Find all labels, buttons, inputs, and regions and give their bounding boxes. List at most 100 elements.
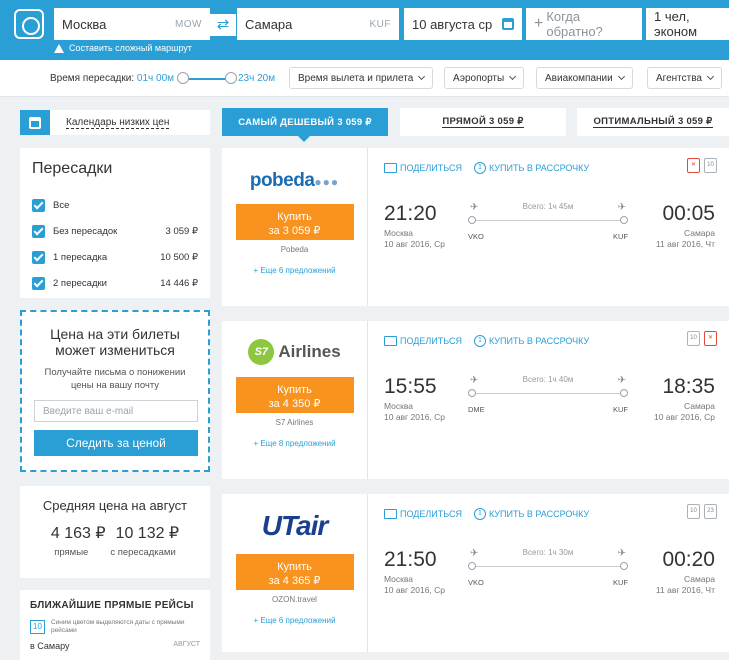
checkbox-checked-icon[interactable] (32, 276, 45, 290)
swap-icon[interactable]: ⇄ (210, 14, 236, 36)
buy-button[interactable]: Купить за 4 350 ₽ (235, 377, 354, 413)
low-price-calendar-button[interactable]: Календарь низких цен (20, 110, 210, 135)
buy-button[interactable]: Купить за 4 365 ₽ (235, 554, 354, 590)
tab-label: ОПТИМАЛЬНЫЙ 3 059 ₽ (593, 116, 713, 128)
ticket-card: UTair Купить за 4 365 ₽ OZON.travel + Ещ… (222, 494, 729, 652)
share-button[interactable]: ПОДЕЛИТЬСЯ (384, 335, 462, 347)
origin-code: MOW (174, 18, 202, 30)
departure-info: Москва 10 авг 2016, Ср (384, 228, 445, 250)
baggage-info: ✕ 10 (687, 158, 717, 173)
app-logo-icon[interactable] (14, 9, 44, 39)
installment-button[interactable]: 1 КУПИТЬ В РАССРОЧКУ (473, 508, 590, 520)
arrival-date: 10 авг 2016, Ср (653, 412, 715, 422)
average-transfer-label: с пересадками (110, 547, 176, 558)
departure-date: 10 авг 2016, Ср (384, 239, 446, 249)
slider-max-handle[interactable] (225, 72, 237, 84)
installment-icon: 1 (473, 335, 486, 347)
chevron-down-icon (617, 72, 625, 81)
origin-field[interactable]: Москва MOW (54, 8, 210, 40)
installment-button[interactable]: 1 КУПИТЬ В РАССРОЧКУ (473, 335, 589, 347)
average-direct-price: 4 163 ₽ (50, 525, 106, 542)
stops-option-two[interactable]: 2 пересадки 14 446 ₽ (32, 270, 198, 296)
share-icon (384, 163, 397, 173)
airline-logo-text: pobeda (249, 170, 315, 191)
chevron-down-icon (509, 72, 517, 81)
route-icon (54, 43, 64, 53)
dropdown-departure-arrival-time[interactable]: Время вылета и прилета (289, 67, 434, 89)
nearest-month: АВГУСТ (173, 641, 200, 648)
total-duration: Всего: 1ч 45м (522, 202, 574, 211)
plus-icon: + (534, 15, 544, 32)
landing-icon: ✈ (617, 202, 626, 213)
total-duration: Всего: 1ч 40м (522, 375, 574, 384)
price-alert-box: Цена на эти билеты может измениться Полу… (20, 310, 210, 472)
agent-name: S7 Airlines (275, 418, 314, 427)
dropdown-label: Агентства (656, 72, 702, 84)
arrival-city: Самара (684, 401, 715, 411)
more-offers-link[interactable]: + Еще 6 предложений (222, 266, 367, 275)
slider-min-handle[interactable] (177, 72, 189, 84)
buy-button[interactable]: Купить за 3 059 ₽ (235, 204, 354, 240)
more-offers-link[interactable]: + Еще 8 предложений (222, 439, 367, 448)
destination-field[interactable]: Самара KUF (237, 8, 399, 40)
price-alert-title: Цена на эти билеты может измениться (50, 326, 180, 358)
arrival-date: 11 авг 2016, Чт (655, 239, 715, 249)
share-icon (384, 336, 397, 346)
price-alert-text: Получайте письма о понижении цены на ваш… (44, 367, 186, 391)
hand-luggage-icon: 10 (687, 331, 700, 346)
departure-date-field[interactable]: 10 августа ср (404, 8, 522, 40)
checkbox-checked-icon[interactable] (32, 224, 45, 238)
transfer-time-filter: Время пересадки: 01ч 00м (50, 73, 174, 84)
return-date-field[interactable]: + Когда обратно? (526, 8, 642, 40)
arrival-city: Самара (684, 574, 715, 584)
checkbox-checked-icon[interactable] (32, 198, 45, 212)
dropdown-airports[interactable]: Аэропорты (444, 67, 525, 89)
departure-info: Москва 10 авг 2016, Ср (384, 401, 445, 423)
more-offers-link[interactable]: + Еще 6 предложений (222, 616, 367, 625)
flight-route: ✈ Всего: 1ч 40м ✈ DME KUF (468, 375, 628, 415)
departure-date: 10 авг 2016, Ср (384, 412, 446, 422)
tab-direct[interactable]: ПРЯМОЙ 3 059 ₽ (400, 108, 566, 136)
dropdown-agencies[interactable]: Агентства (647, 67, 722, 89)
installment-button[interactable]: 1 КУПИТЬ В РАССРОЧКУ (473, 162, 589, 174)
share-icon (384, 509, 397, 519)
origin-city: Москва (62, 16, 107, 32)
departure-city: Москва (384, 401, 414, 411)
share-button[interactable]: ПОДЕЛИТЬСЯ (384, 162, 462, 174)
calendar-icon (20, 110, 50, 135)
departure-airport-code: DME (468, 405, 485, 414)
follow-price-button[interactable]: Следить за ценой (34, 430, 198, 456)
option-label: 1 пересадка (53, 251, 108, 263)
flight-route: ✈ Всего: 1ч 30м ✈ VKO KUF (468, 548, 628, 588)
airline-logo: UTair (222, 510, 367, 542)
share-button[interactable]: ПОДЕЛИТЬСЯ (384, 508, 462, 520)
transfer-time-slider[interactable] (183, 78, 231, 80)
ticket-card: pobeda●●● Купить за 3 059 ₽ Pobeda + Еще… (222, 148, 729, 306)
departure-airport-code: VKO (468, 578, 484, 587)
dropdown-airlines[interactable]: Авиакомпании (536, 67, 633, 89)
transfer-time-label: Время пересадки: (50, 73, 135, 84)
arrival-airport-code: KUF (613, 232, 628, 241)
tab-optimal[interactable]: ОПТИМАЛЬНЫЙ 3 059 ₽ (577, 108, 729, 136)
nearest-hint: Синим цветом выделяются даты с прямыми р… (50, 619, 185, 634)
return-placeholder: Когда обратно? (546, 9, 603, 39)
transfer-time-min: 01ч 00м (136, 73, 174, 84)
stops-option-nonstop[interactable]: Без пересадок 3 059 ₽ (32, 218, 198, 244)
departure-city: Москва (384, 574, 414, 584)
option-price: 10 500 ₽ (160, 251, 198, 263)
calendar-day-icon: 10 (30, 620, 45, 634)
tab-cheapest[interactable]: САМЫЙ ДЕШЕВЫЙ 3 059 ₽ (222, 108, 388, 142)
baggage-icon: 23 (704, 504, 717, 519)
airline-logo: pobeda●●● (249, 170, 340, 191)
complex-route-link[interactable]: Составить сложный маршрут (54, 43, 192, 53)
low-price-calendar-label: Календарь низких цен (66, 116, 170, 129)
stops-option-one[interactable]: 1 пересадка 10 500 ₽ (32, 244, 198, 270)
nearest-title: БЛИЖАЙШИЕ ПРЯМЫЕ РЕЙСЫ (30, 600, 194, 611)
passengers-field[interactable]: 1 чел, эконом (646, 8, 729, 40)
chevron-down-icon (706, 72, 715, 81)
email-field[interactable] (34, 400, 198, 422)
stops-option-all[interactable]: Все (32, 192, 198, 218)
airline-logo-text: Airlines (278, 342, 341, 361)
installment-label: КУПИТЬ В РАССРОЧКУ (488, 509, 590, 519)
checkbox-checked-icon[interactable] (32, 250, 45, 264)
